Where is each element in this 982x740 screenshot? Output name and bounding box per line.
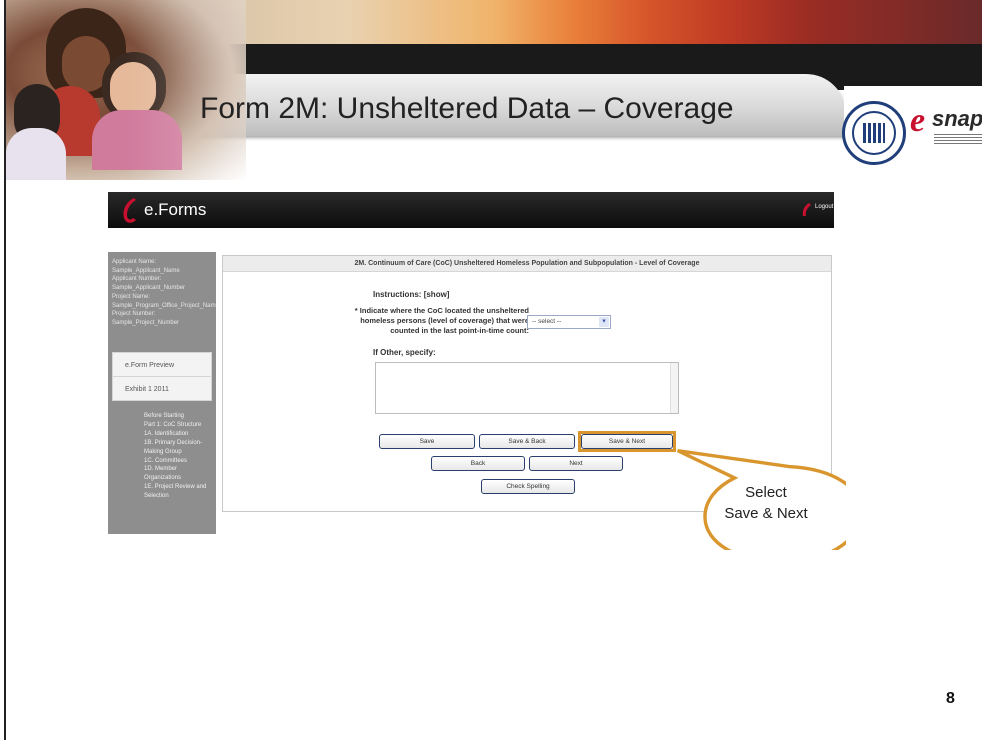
other-specify-textarea[interactable] (375, 362, 679, 414)
question-text-line2: homeless persons (level of coverage) tha… (360, 316, 529, 325)
instructions-label: Instructions: (373, 290, 422, 299)
hud-seal-inner (852, 111, 896, 155)
coverage-question: * Indicate where the CoC located the uns… (341, 306, 529, 336)
slide-banner (6, 0, 982, 180)
sidebar-info-line: Sample_Program_Office_Project_Name (112, 302, 216, 309)
sidebar-nav-item[interactable]: Making Group (144, 448, 216, 457)
sidebar-nav-item[interactable]: 1C. Committees (144, 457, 216, 466)
instructions-show-link[interactable]: [show] (424, 290, 450, 299)
sidebar-nav-item[interactable]: 1D. Member (144, 465, 216, 474)
sidebar-info-line: Project Name: (112, 293, 151, 300)
esnaps-logo: e snaps (910, 102, 982, 152)
slide-title: Form 2M: Unsheltered Data – Coverage (200, 92, 734, 125)
sidebar-nav-item[interactable]: Organizations (144, 474, 216, 483)
photo-fade (126, 0, 246, 180)
sidebar-nav-item[interactable]: 1E. Project Review and (144, 483, 216, 492)
save-next-highlight (578, 431, 676, 452)
sidebar-nav-item[interactable]: Before Starting (144, 412, 216, 421)
callout-line1: Select (745, 484, 787, 501)
hud-seal-icon (842, 101, 906, 165)
esnaps-subtitle (934, 134, 982, 144)
sidebar: Applicant Name: Sample_Applicant_Name Ap… (108, 252, 216, 534)
instructions: Instructions: [show] (373, 290, 449, 299)
sidebar-info-line: Sample_Applicant_Number (112, 285, 186, 292)
hud-seal-building (863, 123, 885, 143)
question-text-line1: Indicate where the CoC located the unshe… (359, 306, 529, 315)
textarea-scrollbar[interactable] (670, 363, 678, 413)
sidebar-info-line: Sample_Applicant_Name (112, 267, 180, 274)
eforms-header: e.Forms Logout (108, 192, 834, 228)
next-button[interactable]: Next (529, 456, 623, 471)
form-header: 2M. Continuum of Care (CoC) Unsheltered … (223, 256, 831, 272)
callout-text: Select Save & Next (706, 482, 826, 524)
page-number: 8 (946, 690, 955, 707)
chevron-down-icon[interactable]: ▾ (599, 317, 609, 327)
eforms-logo-icon (123, 198, 136, 223)
sidebar-info-line: Applicant Number: (112, 276, 162, 283)
sidebar-nav-item[interactable]: 1A. Identification (144, 430, 216, 439)
sidebar-info-line: Sample_Project_Number (112, 319, 180, 326)
save-back-button[interactable]: Save & Back (479, 434, 575, 449)
other-specify-label: If Other, specify: (373, 348, 436, 357)
esnaps-wordmark: snaps (932, 106, 982, 131)
sidebar-nav-item[interactable]: Part 1: CoC Structure (144, 421, 216, 430)
sidebar-nav-item[interactable]: 1B. Primary Decision- (144, 439, 216, 448)
question-line: * Indicate where the CoC located the uns… (341, 306, 529, 316)
check-spelling-button[interactable]: Check Spelling (481, 479, 575, 494)
required-mark: * (354, 306, 358, 315)
coverage-select[interactable]: -- select -- ▾ (527, 315, 611, 329)
back-button[interactable]: Back (431, 456, 525, 471)
app-title: e.Forms (144, 200, 207, 219)
sidebar-applicant-info: Applicant Name: Sample_Applicant_Name Ap… (112, 258, 216, 328)
logout-link[interactable]: Logout (815, 204, 833, 210)
save-button[interactable]: Save (379, 434, 475, 449)
question-text-line3: counted in the last point-in-time count: (390, 326, 529, 335)
sidebar-tab-eform-preview[interactable]: e.Form Preview (112, 352, 212, 377)
logout-icon[interactable] (800, 202, 814, 218)
sidebar-info-line: Applicant Name: (112, 259, 157, 265)
callout-line2: Save & Next (724, 505, 808, 522)
sidebar-nav-item[interactable]: Selection (144, 492, 216, 501)
photo-person-child-left-shirt (6, 128, 66, 180)
coverage-select-value: -- select -- (532, 318, 562, 325)
sidebar-info-line: Project Number: (112, 311, 156, 318)
sidebar-nav: Before Starting Part 1: CoC Structure 1A… (144, 412, 216, 501)
sidebar-tab-exhibit[interactable]: Exhibit 1 2011 (112, 376, 212, 401)
